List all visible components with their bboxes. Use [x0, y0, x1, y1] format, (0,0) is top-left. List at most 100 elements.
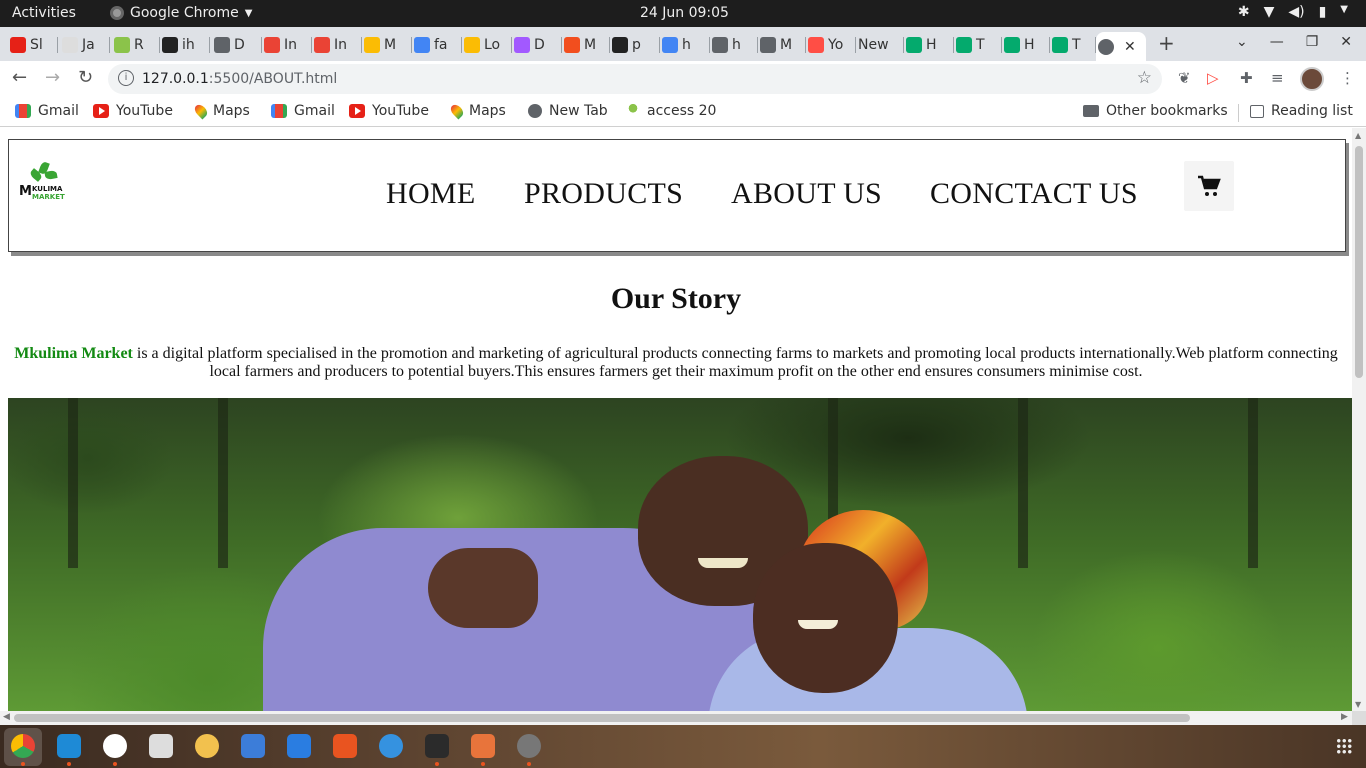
tab-active[interactable]: ✕: [1096, 32, 1146, 61]
tab-favicon-icon: [162, 37, 178, 53]
tab-search-icon[interactable]: ⌄: [1236, 34, 1248, 50]
bookmark-youtube[interactable]: YouTube: [349, 103, 429, 119]
profile-avatar[interactable]: [1300, 67, 1324, 91]
menu-kebab-icon[interactable]: ⋮: [1340, 69, 1355, 87]
writer-icon[interactable]: [287, 734, 311, 758]
nav-products[interactable]: PRODUCTS: [524, 177, 683, 211]
extension-leaf-icon[interactable]: ❦: [1178, 69, 1191, 87]
tab-label: p: [632, 37, 641, 53]
url-text[interactable]: 127.0.0.1:5500/ABOUT.html: [142, 71, 337, 87]
bookmark-youtube[interactable]: YouTube: [93, 103, 173, 119]
tab-item[interactable]: H: [904, 32, 954, 58]
tab-label: Yo: [828, 37, 844, 53]
tab-favicon-icon: [114, 37, 130, 53]
vertical-scrollbar[interactable]: ▲ ▼: [1352, 128, 1366, 711]
tab-item[interactable]: In: [262, 32, 312, 58]
forward-button[interactable]: →: [45, 67, 60, 88]
software-center-icon[interactable]: [333, 734, 357, 758]
globe-icon: [1098, 38, 1114, 55]
new-tab-button[interactable]: +: [1158, 31, 1175, 55]
bookmark-star-icon[interactable]: ☆: [1137, 68, 1152, 88]
scroll-down-icon[interactable]: ▼: [1355, 700, 1361, 709]
reading-list[interactable]: Reading list: [1250, 103, 1353, 119]
tab-item[interactable]: Yo: [806, 32, 856, 58]
rhythmbox-icon[interactable]: [195, 734, 219, 758]
page-viewport: M KULIMA MARKET HOME PRODUCTS ABOUT US CO…: [0, 128, 1352, 711]
info-icon[interactable]: i: [118, 70, 134, 86]
tab-item[interactable]: h: [660, 32, 710, 58]
tab-label: In: [334, 37, 348, 53]
minimize-icon[interactable]: —: [1270, 34, 1284, 50]
nav-contact-us[interactable]: CONCTACT US: [930, 177, 1138, 211]
tab-item[interactable]: D: [512, 32, 562, 58]
tab-item[interactable]: p: [610, 32, 660, 58]
tab-item[interactable]: ih: [160, 32, 210, 58]
youtube-icon: [349, 104, 365, 118]
tab-item[interactable]: In: [312, 32, 362, 58]
activities-button[interactable]: Activities: [12, 5, 76, 21]
tab-favicon-icon: [62, 37, 78, 53]
restore-icon[interactable]: ❐: [1306, 34, 1319, 50]
bookmark-gmail[interactable]: Gmail: [15, 103, 79, 119]
vscode-icon[interactable]: [57, 734, 81, 758]
extension-play-icon[interactable]: ▷: [1207, 69, 1219, 87]
tab-item[interactable]: fa: [412, 32, 462, 58]
updater-icon[interactable]: [517, 734, 541, 758]
tab-favicon-icon: [612, 37, 628, 53]
reload-button[interactable]: ↻: [78, 67, 93, 88]
scrollbar-thumb[interactable]: [1355, 146, 1363, 378]
chrome-icon[interactable]: [11, 734, 35, 758]
bookmark-gmail[interactable]: Gmail: [271, 103, 335, 119]
tree-icon: [626, 104, 640, 118]
site-logo[interactable]: M KULIMA MARKET: [18, 160, 68, 206]
tab-item[interactable]: T: [1050, 32, 1096, 58]
nav-about-us[interactable]: ABOUT US: [731, 177, 882, 211]
logo-letter: M: [19, 184, 32, 199]
tab-item[interactable]: D: [212, 32, 262, 58]
scroll-up-icon[interactable]: ▲: [1355, 131, 1361, 140]
nav-home[interactable]: HOME: [386, 177, 476, 211]
tab-favicon-icon: [364, 37, 380, 53]
media-controls-icon[interactable]: ≡: [1271, 69, 1284, 87]
tab-item[interactable]: h: [710, 32, 758, 58]
system-tray[interactable]: ✱ ▼ ◀) ▮ ▼: [1238, 4, 1348, 20]
bookmark-new-tab[interactable]: New Tab: [528, 103, 608, 119]
other-bookmarks[interactable]: Other bookmarks: [1083, 103, 1228, 119]
scroll-left-icon[interactable]: ◀: [3, 712, 10, 722]
terminal-icon[interactable]: [425, 734, 449, 758]
shopping-cart-icon: [1198, 175, 1221, 196]
app-grid-icon[interactable]: [1336, 738, 1352, 754]
files-icon[interactable]: [149, 734, 173, 758]
app-menu[interactable]: Google Chrome ▼: [110, 5, 252, 21]
tab-item[interactable]: M: [362, 32, 412, 58]
tab-item[interactable]: R: [112, 32, 160, 58]
document-icon[interactable]: [471, 734, 495, 758]
tab-label: In: [284, 37, 298, 53]
address-bar[interactable]: i 127.0.0.1:5500/ABOUT.html ☆: [108, 64, 1162, 94]
thunderbird-icon[interactable]: [241, 734, 265, 758]
bookmark-maps[interactable]: Maps: [192, 102, 250, 120]
scroll-right-icon[interactable]: ▶: [1341, 712, 1348, 722]
cart-button[interactable]: [1184, 161, 1234, 211]
tab-item[interactable]: M: [758, 32, 806, 58]
help-icon[interactable]: [379, 734, 403, 758]
bookmark-divider: [1238, 104, 1239, 122]
horizontal-scrollbar[interactable]: ◀ ▶: [0, 711, 1352, 725]
clock[interactable]: 24 Jun 09:05: [640, 5, 729, 21]
tab-item[interactable]: Ja: [60, 32, 110, 58]
tab-item[interactable]: Lo: [462, 32, 512, 58]
slack-icon[interactable]: [103, 734, 127, 758]
close-window-icon[interactable]: ✕: [1340, 34, 1352, 50]
tab-item[interactable]: H: [1002, 32, 1050, 58]
bookmark-maps[interactable]: Maps: [448, 102, 506, 120]
tab-item[interactable]: T: [954, 32, 1002, 58]
tab-item[interactable]: Sl: [8, 32, 58, 58]
tab-item[interactable]: New: [856, 32, 904, 58]
scrollbar-thumb[interactable]: [14, 714, 1190, 722]
back-button[interactable]: ←: [12, 67, 27, 88]
extensions-puzzle-icon[interactable]: ✚: [1240, 69, 1253, 87]
bookmark-access[interactable]: access 20: [626, 103, 716, 119]
tab-item[interactable]: M: [562, 32, 610, 58]
close-icon[interactable]: ✕: [1124, 39, 1136, 55]
tab-favicon-icon: [662, 37, 678, 53]
